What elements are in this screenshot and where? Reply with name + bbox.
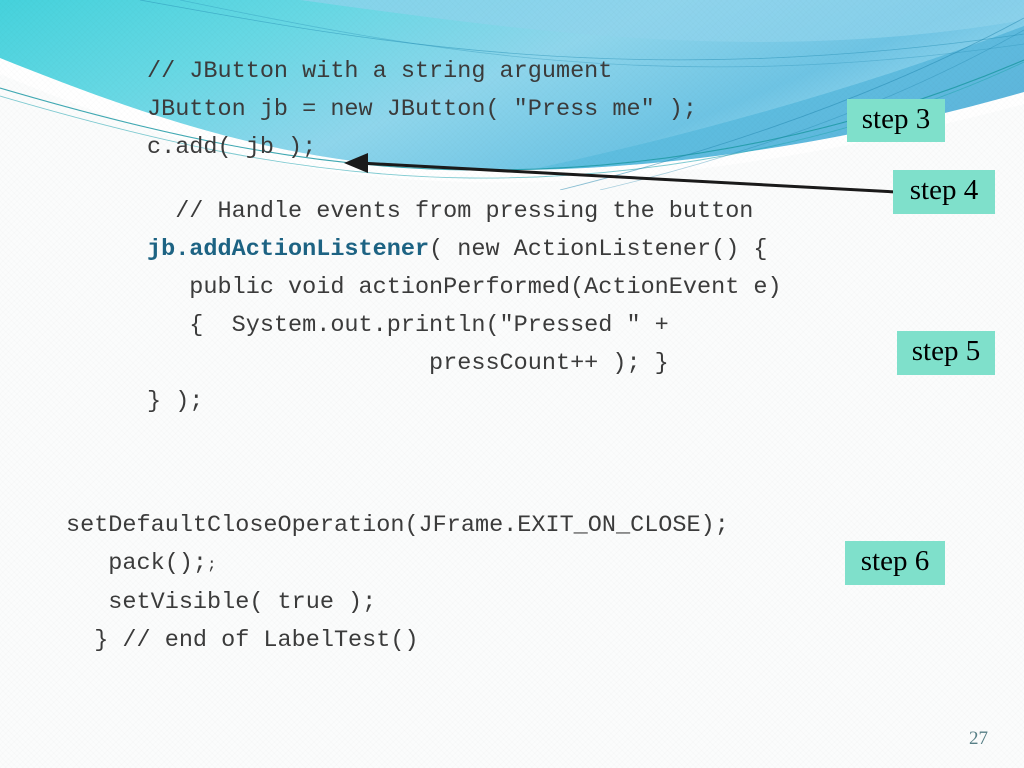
page-number: 27 xyxy=(969,728,988,749)
badge-label: step 3 xyxy=(861,102,931,135)
code-line: } ); xyxy=(147,388,204,415)
code-extra-semicolon: ; xyxy=(207,556,217,574)
badge-step-5[interactable]: step 5 xyxy=(897,331,995,375)
badge-label: step 5 xyxy=(911,335,981,367)
code-line: // JButton with a string argument xyxy=(147,58,613,85)
badge-label: step 6 xyxy=(860,545,930,577)
code-line: // Handle events from pressing the butto… xyxy=(147,198,754,225)
code-keyword-addactionlistener: jb.addActionListener xyxy=(147,236,430,263)
code-line: c.add( jb ); xyxy=(147,134,317,161)
badge-label: step 4 xyxy=(909,174,979,206)
badge-step-6[interactable]: step 6 xyxy=(845,541,945,585)
code-line: pack(); xyxy=(66,550,208,577)
code-line: setVisible( true ); xyxy=(66,589,377,616)
code-line: setDefaultCloseOperation(JFrame.EXIT_ON_… xyxy=(66,512,729,539)
code-line: JButton jb = new JButton( "Press me" ); xyxy=(147,96,697,123)
code-line: pressCount++ ); } xyxy=(147,350,669,377)
code-line: public void actionPerformed(ActionEvent … xyxy=(147,274,782,301)
code-line: { System.out.println("Pressed " + xyxy=(147,312,669,339)
slide-canvas: // JButton with a string argument JButto… xyxy=(0,0,1024,768)
code-block-middle: // Handle events from pressing the butto… xyxy=(147,193,782,421)
code-block-top: // JButton with a string argument JButto… xyxy=(147,53,697,167)
badge-step-4[interactable]: step 4 xyxy=(893,170,995,214)
badge-step-3[interactable]: step 3 xyxy=(847,99,945,142)
code-line: } // end of LabelTest() xyxy=(66,627,419,654)
code-block-bottom: setDefaultCloseOperation(JFrame.EXIT_ON_… xyxy=(66,507,729,660)
code-line: ( new ActionListener() { xyxy=(429,236,768,263)
